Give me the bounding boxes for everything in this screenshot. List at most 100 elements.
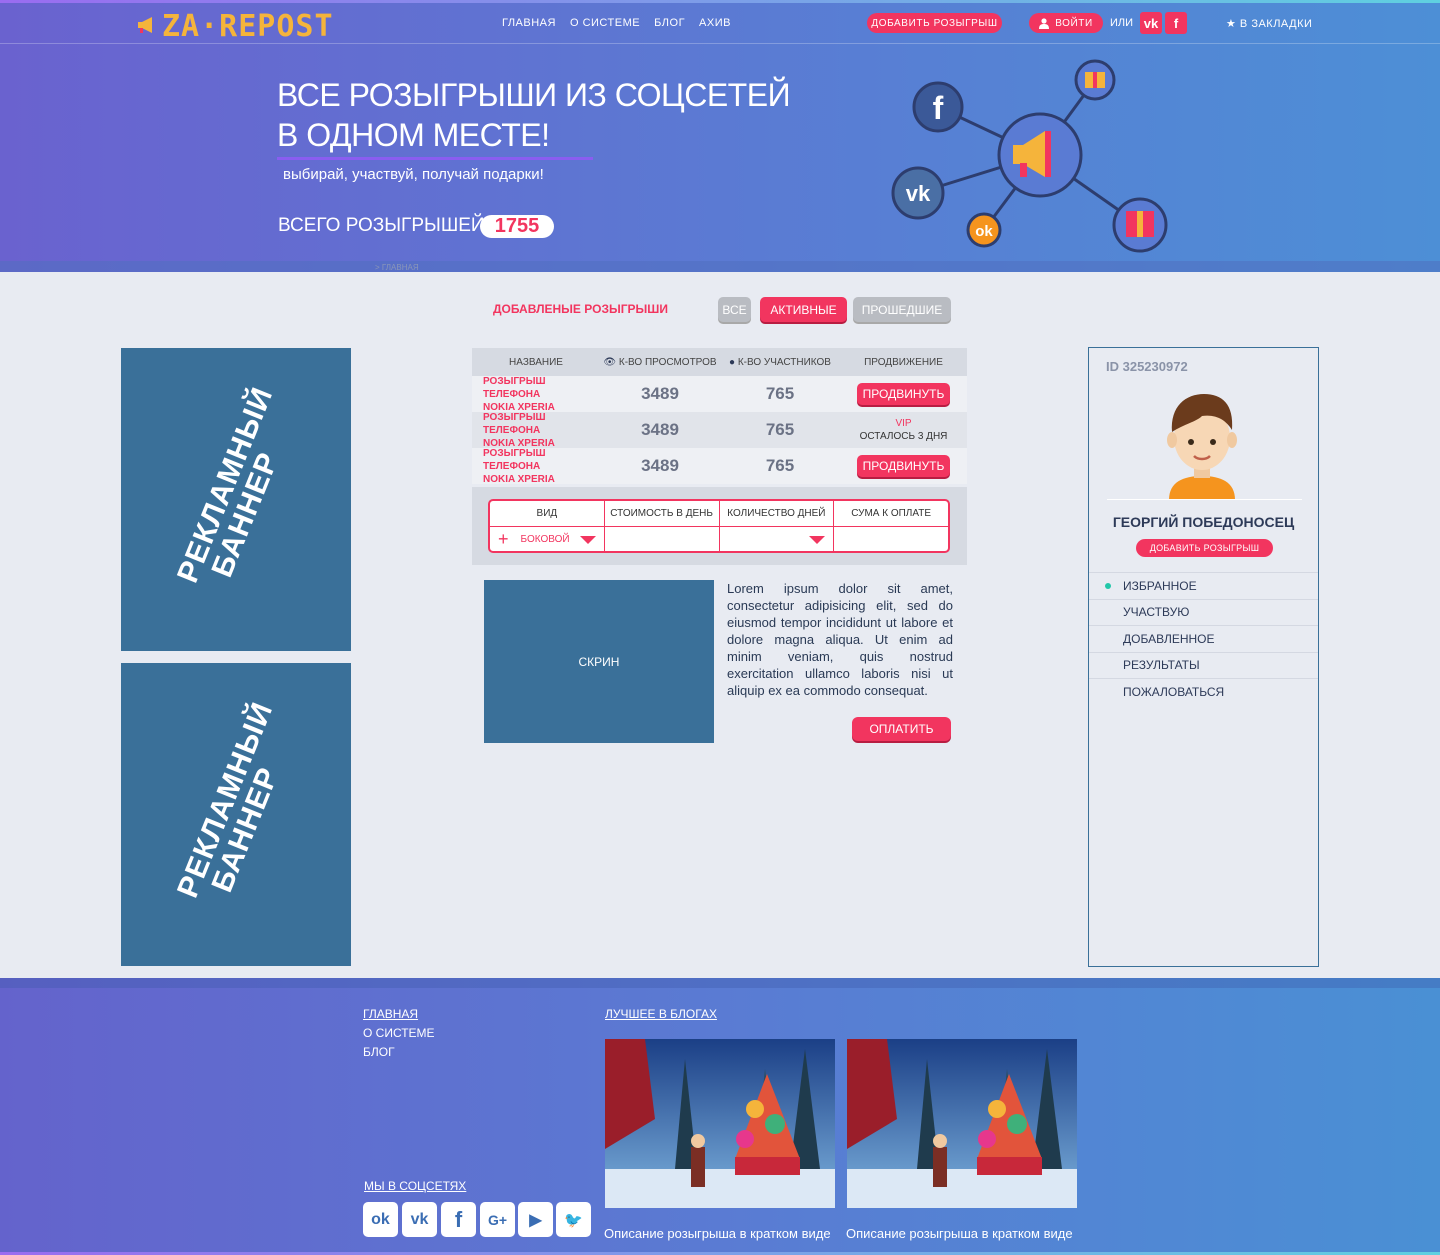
pay-button[interactable]: ОПЛАТИТЬ	[852, 717, 951, 741]
table-row: РОЗЫГРЫШ ТЕЛЕФОНА NOKIA XPERIA 3489 765 V…	[472, 411, 967, 450]
col-name-header: НАЗВАНИЕ	[509, 356, 563, 368]
giveaways-table: НАЗВАНИЕ 👁 К-ВО ПРОСМОТРОВ ● К-ВО УЧАСТН…	[472, 348, 967, 486]
footer-link-blog[interactable]: БЛОГ	[363, 1045, 395, 1059]
user-id: ID 325230972	[1106, 359, 1188, 374]
description-text: Lorem ipsum dolor sit amet, consectetur …	[727, 581, 953, 698]
eye-icon: 👁	[603, 356, 617, 368]
col-participants-header: ● К-ВО УЧАСТНИКОВ	[720, 357, 840, 368]
facebook-icon[interactable]: f	[441, 1202, 476, 1237]
col-promo-header: ПРОДВИЖЕНИЕ	[864, 356, 943, 368]
main-nav: ГЛАВНАЯ О СИСТЕМЕ БЛОГ АХИВ	[502, 17, 731, 29]
hero-title-line2: В ОДНОМ МЕСТЕ!	[277, 117, 550, 153]
calc-days-column: КОЛИЧЕСТВО ДНЕЙ	[719, 501, 835, 551]
giveaway-name-link[interactable]: РОЗЫГРЫШ ТЕЛЕФОНА NOKIA XPERIA	[472, 447, 600, 486]
blog-caption-2[interactable]: Описание розыгрыша в кратком виде	[846, 1226, 1073, 1241]
participants-count: 765	[765, 456, 795, 475]
youtube-icon[interactable]: ▶	[518, 1202, 553, 1237]
hero-title: ВСЕ РОЗЫГРЫШИ ИЗ СОЦСЕТЕЙ В ОДНОМ МЕСТЕ!	[277, 75, 791, 155]
calc-total-column: СУМА К ОПЛАТЕ	[834, 501, 948, 551]
profile-menu: ИЗБРАННОЕ УЧАСТВУЮ ДОБАВЛЕННОЕ РЕЗУЛЬТАТ…	[1089, 572, 1318, 705]
bookmarks-label: В ЗАКЛАДКИ	[1239, 18, 1313, 30]
col-views-header: 👁 К-ВО ПРОСМОТРОВ	[600, 357, 720, 368]
giveaway-name-line1: РОЗЫГРЫШ ТЕЛЕФОНА	[483, 447, 546, 472]
giveaway-name-line1: РОЗЫГРЫШ ТЕЛЕФОНА	[483, 375, 546, 400]
twitter-icon[interactable]: 🐦	[556, 1202, 591, 1237]
filter-finished-button[interactable]: ПРОШЕДШИЕ	[853, 297, 951, 322]
bookmarks-link[interactable]: ★ В ЗАКЛАДКИ	[1226, 17, 1312, 30]
breadcrumb[interactable]: > ГЛАВНАЯ	[375, 263, 419, 272]
giveaway-name-link[interactable]: РОЗЫГРЫШ ТЕЛЕФОНА NOKIA XPERIA	[472, 375, 600, 414]
footer-link-about[interactable]: О СИСТЕМЕ	[363, 1026, 435, 1040]
ad-banner-bottom[interactable]: РЕКЛАМНЫЙ БАННЕР	[121, 663, 351, 966]
menu-item-participating[interactable]: УЧАСТВУЮ	[1089, 598, 1318, 626]
blog-image-2[interactable]	[847, 1039, 1077, 1208]
calc-cost-column: СТОИМОСТЬ В ДЕНЬ	[604, 501, 720, 551]
svg-text:f: f	[933, 90, 944, 126]
giveaway-name-link[interactable]: РОЗЫГРЫШ ТЕЛЕФОНА NOKIA XPERIA	[472, 411, 600, 450]
add-giveaway-button[interactable]: ДОБАВИТЬ РОЗЫГРЫШ	[867, 13, 1002, 33]
menu-item-report[interactable]: ПОЖАЛОВАТЬСЯ	[1089, 678, 1318, 705]
nav-item-blog[interactable]: БЛОГ	[654, 17, 685, 29]
hero-title-line1: ВСЕ РОЗЫГРЫШИ ИЗ СОЦСЕТЕЙ	[277, 77, 791, 113]
or-text: ИЛИ	[1110, 17, 1134, 29]
total-count-badge: 1755	[480, 215, 554, 238]
vk-login-icon[interactable]: vk	[1140, 12, 1162, 34]
odnoklassniki-icon[interactable]: ok	[363, 1202, 398, 1237]
views-count: 3489	[641, 384, 679, 403]
dropdown-arrow-icon	[579, 536, 596, 544]
google-plus-icon[interactable]: G+	[480, 1202, 515, 1237]
social-title: МЫ В СОЦСЕТЯХ	[364, 1179, 467, 1193]
blog-image-1[interactable]	[605, 1039, 835, 1208]
promo-cell: ПРОДВИНУТЬ	[840, 455, 967, 477]
section-title: ДОБАВЛЕНЫЕ РОЗЫГРЫШИ	[493, 302, 668, 316]
col-participants-label: К-ВО УЧАСТНИКОВ	[737, 356, 831, 368]
footer-link-home[interactable]: ГЛАВНАЯ	[363, 1007, 418, 1021]
table-row: РОЗЫГРЫШ ТЕЛЕФОНА NOKIA XPERIA 3489 765 П…	[472, 447, 967, 486]
ad-banner-text: РЕКЛАМНЫЙ БАННЕР	[130, 382, 342, 588]
ad-banner-top[interactable]: РЕКЛАМНЫЙ БАННЕР	[121, 348, 351, 651]
filter-active-button[interactable]: АКТИВНЫЕ	[760, 297, 847, 322]
views-count: 3489	[641, 456, 679, 475]
promote-button[interactable]: ПРОДВИНУТЬ	[857, 455, 950, 477]
promo-calculator: ВИД + БОКОВОЙ СТОИМОСТЬ В ДЕНЬ КОЛИЧЕСТВО…	[472, 487, 967, 565]
menu-item-added[interactable]: ДОБАВЛЕННОЕ	[1089, 625, 1318, 652]
login-button[interactable]: ВОЙТИ	[1029, 13, 1103, 33]
calc-type-column: ВИД + БОКОВОЙ	[490, 501, 605, 551]
screenshot-placeholder: СКРИН	[484, 580, 714, 743]
menu-item-favorites[interactable]: ИЗБРАННОЕ	[1089, 572, 1318, 599]
user-icon	[1039, 17, 1050, 29]
profile-sidebar: ID 325230972 ГЕОРГИЙ ПОБЕДОНОСЕЦ ДОБАВИТ…	[1088, 347, 1319, 967]
user-name: ГЕОРГИЙ ПОБЕДОНОСЕЦ	[1112, 514, 1295, 530]
blog-preview-image	[847, 1039, 1077, 1208]
profile-add-giveaway-button[interactable]: ДОБАВИТЬ РОЗЫГРЫШ	[1136, 539, 1273, 557]
nav-item-about[interactable]: О СИСТЕМЕ	[570, 17, 640, 29]
vip-days-left: ОСТАЛОСЬ 3 ДНЯ	[859, 431, 948, 442]
views-count: 3489	[641, 420, 679, 439]
total-label: ВСЕГО РОЗЫГРЫШЕЙ	[278, 215, 485, 236]
hero-section: ZA·REPOST ГЛАВНАЯ О СИСТЕМЕ БЛОГ АХИВ ДО…	[0, 0, 1440, 272]
menu-item-results[interactable]: РЕЗУЛЬТАТЫ	[1089, 651, 1318, 679]
promote-button[interactable]: ПРОДВИНУТЬ	[857, 383, 950, 405]
facebook-login-icon[interactable]: f	[1165, 12, 1187, 34]
promo-cell: ПРОДВИНУТЬ	[840, 383, 967, 405]
social-network-illustration: f vk ok	[891, 59, 1168, 253]
blog-caption-1[interactable]: Описание розыгрыша в кратком виде	[604, 1226, 831, 1241]
logo[interactable]: ZA·REPOST	[136, 9, 334, 44]
vip-status: VIP ОСТАЛОСЬ 3 ДНЯ	[840, 417, 967, 443]
blog-section-title: ЛУЧШЕЕ В БЛОГАХ	[605, 1007, 717, 1021]
vip-label: VIP	[895, 418, 912, 429]
calc-cost-field[interactable]	[605, 527, 719, 551]
avatar	[1167, 394, 1237, 500]
table-header: НАЗВАНИЕ 👁 К-ВО ПРОСМОТРОВ ● К-ВО УЧАСТН…	[472, 348, 967, 376]
vk-icon[interactable]: vk	[402, 1202, 437, 1237]
person-icon: ●	[729, 356, 736, 368]
logo-text: ZA·REPOST	[162, 9, 334, 44]
nav-item-home[interactable]: ГЛАВНАЯ	[502, 17, 556, 29]
filter-all-button[interactable]: ВСЕ	[718, 297, 751, 322]
plus-icon: +	[498, 528, 509, 549]
giveaway-name-line1: РОЗЫГРЫШ ТЕЛЕФОНА	[483, 411, 546, 436]
nav-item-archive[interactable]: АХИВ	[699, 17, 731, 29]
table-row: РОЗЫГРЫШ ТЕЛЕФОНА NOKIA XPERIA 3489 765 П…	[472, 375, 967, 414]
dropdown-arrow-icon	[809, 536, 826, 544]
svg-text:ok: ok	[975, 223, 993, 240]
